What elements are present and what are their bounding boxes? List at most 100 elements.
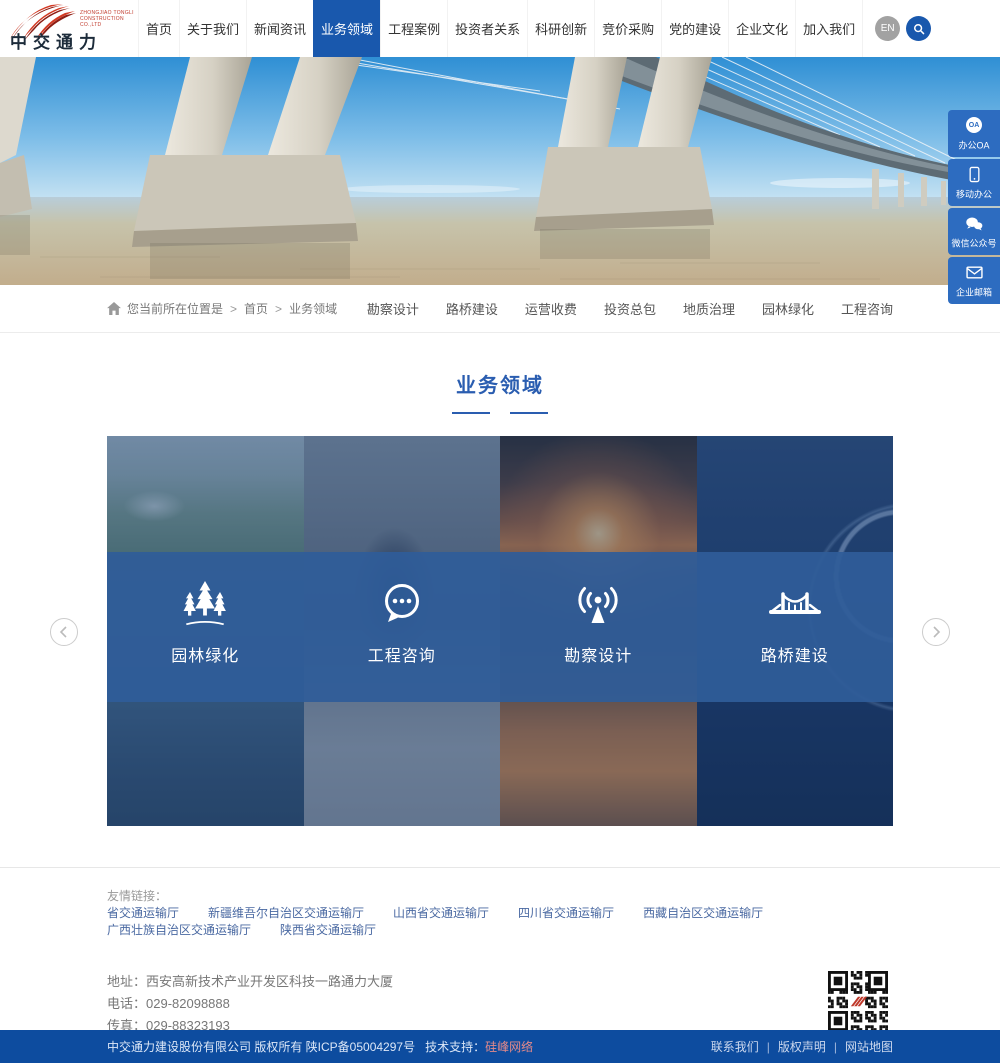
card-overlay-band: 路桥建设 <box>697 552 894 702</box>
support-label: 技术支持： <box>425 1040 485 1054</box>
breadcrumb-prefix: 您当前所在位置是 <box>127 300 223 317</box>
side-button-label: 办公OA <box>951 138 998 152</box>
card-overlay-band: 勘察设计 <box>500 552 697 702</box>
breadcrumb-link[interactable]: 业务领域 <box>289 300 337 317</box>
title-underline-dashes <box>0 412 1000 414</box>
search-button[interactable] <box>906 16 931 41</box>
mail-icon <box>948 263 1000 281</box>
home-icon <box>107 302 121 315</box>
nav-item-1[interactable]: 关于我们 <box>179 0 246 57</box>
qr-image <box>828 971 888 1031</box>
breadcrumb-separator: > <box>230 302 237 316</box>
nav-item-10[interactable]: 加入我们 <box>795 0 863 57</box>
business-subnav: 勘察设计 路桥建设 运营收费 投资总包 地质治理 园林绿化 工程咨询 <box>367 299 893 318</box>
nav-item-7[interactable]: 竞价采购 <box>594 0 661 57</box>
logo-title: 中交通力 <box>10 28 102 53</box>
side-button-label: 微信公众号 <box>951 236 998 250</box>
breadcrumb-link[interactable]: 首页 <box>244 300 268 317</box>
side-button-2[interactable]: 微信公众号 <box>948 208 1000 255</box>
footer-link-2[interactable]: 网站地图 <box>845 1038 893 1055</box>
side-button-3[interactable]: 企业邮箱 <box>948 257 1000 304</box>
footer-links: 联系我们 | 版权声明 | 网站地图 <box>711 1038 893 1055</box>
nav-item-8[interactable]: 党的建设 <box>661 0 728 57</box>
breadcrumb-trail: > 首页 > 业务领域 <box>229 300 337 317</box>
friend-link-5[interactable]: 广西壮族自治区交通运输厅 <box>107 921 251 938</box>
language-button[interactable]: EN <box>875 16 900 41</box>
copyright-text: 中交通力建设股份有限公司 版权所有 陕ICP备05004297号 技术支持：硅峰… <box>107 1038 533 1055</box>
contact-line-0: 地址：西安高新技术产业开发区科技一路通力大厦 <box>107 971 393 993</box>
logo-subtitle: ZHONGJIAO TONGLI CONSTRUCTION CO.,LTD <box>80 10 136 28</box>
main-content: 业务领域 园林绿化 工程咨询 勘察设计 路桥建设 友情链接： 省交通运输厅 新疆维吾尔自… <box>0 369 1000 1062</box>
chevron-left-icon <box>58 626 70 638</box>
friend-link-1[interactable]: 新疆维吾尔自治区交通运输厅 <box>208 904 364 921</box>
business-carousel: 园林绿化 工程咨询 勘察设计 路桥建设 <box>107 436 893 826</box>
side-button-0[interactable]: OA 办公OA <box>948 110 1000 157</box>
breadcrumb: 您当前所在位置是 > 首页 > 业务领域 <box>107 300 337 317</box>
company-logo[interactable]: ZHONGJIAO TONGLI CONSTRUCTION CO.,LTD 中交… <box>6 2 138 56</box>
carousel-card-3[interactable]: 路桥建设 <box>697 436 894 826</box>
subnav-link-4[interactable]: 地质治理 <box>683 299 735 318</box>
carousel-next-button[interactable] <box>922 618 950 646</box>
bottom-bar: 中交通力建设股份有限公司 版权所有 陕ICP备05004297号 技术支持：硅峰… <box>0 1030 1000 1063</box>
header-icons: EN <box>875 16 931 41</box>
nav-item-6[interactable]: 科研创新 <box>527 0 594 57</box>
subnav-link-5[interactable]: 园林绿化 <box>762 299 814 318</box>
signal-tower-icon <box>573 578 623 628</box>
friend-link-3[interactable]: 四川省交通运输厅 <box>518 904 614 921</box>
breadcrumb-bar: 您当前所在位置是 > 首页 > 业务领域 勘察设计 路桥建设 运营收费 投资总包 地质治理 园林… <box>0 285 1000 333</box>
bridge-icon <box>769 578 821 628</box>
friend-link-6[interactable]: 陕西省交通运输厅 <box>280 921 376 938</box>
chevron-right-icon <box>930 626 942 638</box>
side-button-1[interactable]: 移动办公 <box>948 159 1000 206</box>
side-quick-buttons: OA 办公OA 移动办公微信公众号企业邮箱 <box>948 110 1000 304</box>
card-label: 勘察设计 <box>564 642 632 666</box>
carousel-cards: 园林绿化 工程咨询 勘察设计 路桥建设 <box>107 436 893 826</box>
carousel-card-2[interactable]: 勘察设计 <box>500 436 697 826</box>
subnav-link-0[interactable]: 勘察设计 <box>367 299 419 318</box>
chat-bubble-icon <box>378 578 426 628</box>
wechat-icon <box>948 214 1000 232</box>
nav-item-2[interactable]: 新闻资讯 <box>246 0 313 57</box>
footer-link-separator: | <box>767 1040 770 1054</box>
card-label: 工程咨询 <box>368 642 436 666</box>
nav-item-5[interactable]: 投资者关系 <box>447 0 527 57</box>
nav-item-4[interactable]: 工程案例 <box>380 0 447 57</box>
friend-links: 省交通运输厅 新疆维吾尔自治区交通运输厅 山西省交通运输厅 四川省交通运输厅 西藏自治区… <box>107 904 893 938</box>
trees-icon <box>179 578 231 628</box>
nav-item-0[interactable]: 首页 <box>138 0 179 57</box>
card-label: 路桥建设 <box>761 642 829 666</box>
friend-link-0[interactable]: 省交通运输厅 <box>107 904 179 921</box>
card-overlay-band: 园林绿化 <box>107 552 304 702</box>
page-title: 业务领域 <box>0 369 1000 398</box>
subnav-link-6[interactable]: 工程咨询 <box>841 299 893 318</box>
card-label: 园林绿化 <box>171 642 239 666</box>
subnav-link-2[interactable]: 运营收费 <box>525 299 577 318</box>
contact-line-1: 电话：029-82098888 <box>107 993 393 1015</box>
friend-links-label: 友情链接： <box>107 887 167 904</box>
nav-item-9[interactable]: 企业文化 <box>728 0 795 57</box>
subnav-link-3[interactable]: 投资总包 <box>604 299 656 318</box>
copyright: 中交通力建设股份有限公司 版权所有 陕ICP备05004297号 <box>107 1040 415 1054</box>
subnav-link-1[interactable]: 路桥建设 <box>446 299 498 318</box>
footer-link-separator: | <box>834 1040 837 1054</box>
footer-link-1[interactable]: 版权声明 <box>778 1038 826 1055</box>
side-button-label: 企业邮箱 <box>951 285 998 299</box>
oa-icon: OA <box>948 116 1000 134</box>
search-icon <box>912 22 926 36</box>
friend-link-2[interactable]: 山西省交通运输厅 <box>393 904 489 921</box>
carousel-card-1[interactable]: 工程咨询 <box>304 436 501 826</box>
nav-item-3[interactable]: 业务领域 <box>313 0 380 57</box>
main-nav: 首页关于我们新闻资讯业务领域工程案例投资者关系科研创新竞价采购党的建设企业文化加… <box>138 0 863 57</box>
carousel-prev-button[interactable] <box>50 618 78 646</box>
top-header: ZHONGJIAO TONGLI CONSTRUCTION CO.,LTD 中交… <box>0 0 1000 57</box>
friend-link-4[interactable]: 西藏自治区交通运输厅 <box>643 904 763 921</box>
carousel-card-0[interactable]: 园林绿化 <box>107 436 304 826</box>
card-overlay-band: 工程咨询 <box>304 552 501 702</box>
mobile-icon <box>948 165 1000 183</box>
breadcrumb-separator: > <box>275 302 282 316</box>
hero-banner <box>0 57 1000 285</box>
support-link[interactable]: 硅峰网络 <box>485 1040 533 1054</box>
hero-bridge-image <box>0 57 1000 285</box>
side-button-label: 移动办公 <box>951 187 998 201</box>
footer-link-0[interactable]: 联系我们 <box>711 1038 759 1055</box>
